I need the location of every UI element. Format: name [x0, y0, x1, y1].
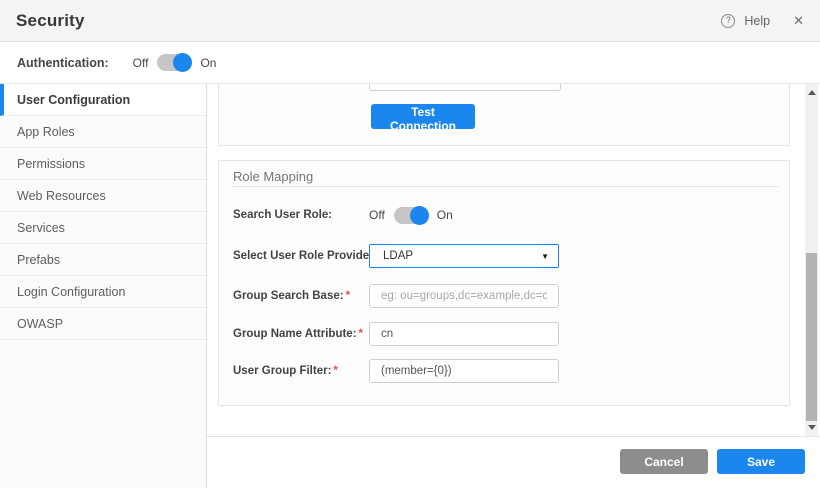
toggle-knob-icon	[410, 206, 429, 225]
save-button[interactable]: Save	[717, 449, 805, 474]
provider-select[interactable]: LDAP ▼	[369, 244, 559, 268]
required-asterisk: *	[333, 365, 337, 377]
scroll-down-icon[interactable]	[808, 425, 816, 430]
provider-select-value: LDAP	[383, 250, 413, 262]
required-asterisk: *	[346, 290, 350, 302]
chevron-down-icon: ▼	[541, 252, 549, 261]
group-search-base-row: Group Search Base:*	[233, 284, 559, 308]
search-user-role-toggle[interactable]	[394, 207, 428, 224]
sidebar-item-owasp[interactable]: OWASP	[0, 308, 206, 340]
security-dialog: Security ? Help ✕ Authentication: Off On…	[0, 0, 820, 488]
group-name-attribute-label: Group Name Attribute:*	[233, 328, 369, 340]
sidebar-item-app-roles[interactable]: App Roles	[0, 116, 206, 148]
help-icon[interactable]: ?	[721, 14, 735, 28]
content-scrollbar[interactable]	[805, 84, 818, 436]
search-user-role-on-label: On	[437, 208, 453, 222]
close-icon[interactable]: ✕	[793, 14, 804, 27]
user-group-filter-input[interactable]	[369, 359, 559, 383]
footer: Cancel Save	[207, 436, 820, 488]
scroll-up-icon[interactable]	[808, 90, 816, 95]
authentication-label: Authentication:	[17, 56, 109, 70]
sidebar-item-prefabs[interactable]: Prefabs	[0, 244, 206, 276]
role-mapping-card: Role Mapping Search User Role: Off On Se…	[218, 160, 790, 406]
group-search-base-input[interactable]	[369, 284, 559, 308]
sidebar: User Configuration App Roles Permissions…	[0, 84, 207, 488]
content-panel: Test Connection Role Mapping Search User…	[207, 84, 805, 436]
search-user-role-row: Search User Role: Off On	[233, 203, 453, 227]
authentication-toggle[interactable]	[157, 54, 191, 71]
cancel-button[interactable]: Cancel	[620, 449, 708, 474]
sidebar-item-web-resources[interactable]: Web Resources	[0, 180, 206, 212]
user-group-filter-label: User Group Filter:*	[233, 365, 369, 377]
group-name-attribute-row: Group Name Attribute:*	[233, 322, 559, 346]
user-group-filter-row: User Group Filter:*	[233, 359, 559, 383]
authentication-on-label: On	[200, 56, 216, 70]
test-connection-button[interactable]: Test Connection	[371, 104, 475, 129]
role-mapping-title: Role Mapping	[233, 169, 313, 184]
page-title: Security	[16, 11, 85, 31]
ldap-connection-card: Test Connection	[218, 84, 790, 146]
authentication-off-label: Off	[133, 56, 149, 70]
group-search-base-label: Group Search Base:*	[233, 290, 369, 302]
search-user-role-label: Search User Role:	[233, 209, 369, 221]
sidebar-item-permissions[interactable]: Permissions	[0, 148, 206, 180]
sidebar-item-user-configuration[interactable]: User Configuration	[0, 84, 206, 116]
sidebar-item-services[interactable]: Services	[0, 212, 206, 244]
required-asterisk: *	[359, 328, 363, 340]
search-user-role-off-label: Off	[369, 208, 385, 222]
header: Security ? Help ✕	[0, 0, 820, 42]
provider-row: Select User Role Provider: LDAP ▼	[233, 244, 559, 268]
authentication-bar: Authentication: Off On	[0, 42, 820, 84]
provider-label: Select User Role Provider:	[233, 250, 369, 262]
role-mapping-divider	[231, 186, 779, 187]
help-link[interactable]: Help	[744, 14, 770, 28]
group-name-attribute-input[interactable]	[369, 322, 559, 346]
toggle-knob-icon	[173, 53, 192, 72]
truncated-input[interactable]	[369, 84, 561, 91]
scrollbar-thumb[interactable]	[806, 253, 817, 421]
sidebar-item-login-configuration[interactable]: Login Configuration	[0, 276, 206, 308]
